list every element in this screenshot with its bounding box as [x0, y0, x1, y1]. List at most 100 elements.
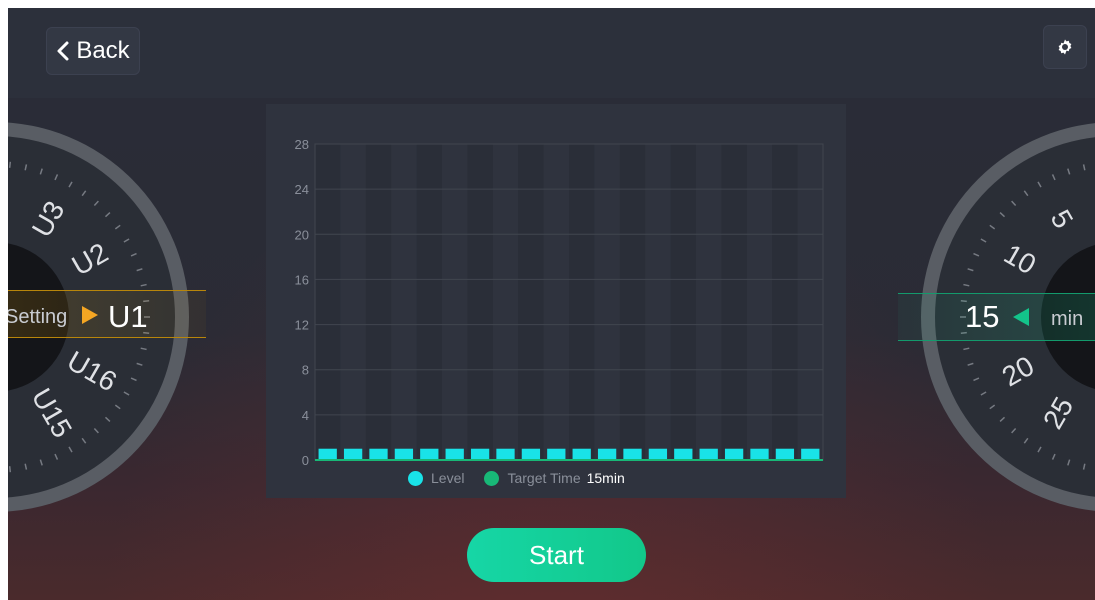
start-button[interactable]: Start [467, 528, 646, 582]
legend-target-label: Target Time [507, 470, 581, 486]
dial-tick [1037, 181, 1042, 188]
program-option: U2 [67, 237, 114, 282]
dial-tick [980, 238, 987, 243]
time-option: 5 [1045, 204, 1080, 233]
dial-tick [140, 283, 147, 287]
dial-tick [39, 168, 43, 175]
y-tick-label: 20 [295, 227, 309, 242]
header-bar [8, 8, 1095, 98]
dial-tick [104, 212, 111, 218]
dial-tick [140, 347, 147, 351]
level-bar [521, 448, 541, 460]
dial-tick [54, 174, 59, 181]
level-bar [369, 448, 388, 460]
level-bar [648, 448, 668, 460]
legend-target-value: 15min [586, 470, 625, 486]
dial-tick [24, 463, 28, 470]
dial-tick [967, 268, 974, 272]
gear-icon [1058, 39, 1072, 55]
level-bar [318, 448, 337, 460]
back-button[interactable]: Back [46, 27, 140, 75]
dial-tick [81, 437, 87, 444]
y-tick-label: 4 [302, 408, 309, 423]
dial-tick [39, 459, 43, 466]
selection-pointer-icon [82, 306, 98, 324]
dial-tick [999, 416, 1006, 422]
level-bar [597, 448, 617, 460]
dial-tick [136, 268, 143, 272]
dial-tick [1067, 168, 1071, 175]
dial-tick [989, 224, 996, 230]
settings-button[interactable] [1043, 25, 1087, 69]
dial-tick [54, 453, 59, 460]
selected-program: U1 [108, 299, 148, 334]
level-bar [547, 448, 566, 460]
level-bar [750, 448, 769, 460]
y-tick-label: 8 [302, 363, 309, 378]
chart-column-stripe [721, 144, 747, 460]
dial-tick [1037, 446, 1042, 453]
program-option: U14 [8, 403, 12, 454]
chart-column-stripe [670, 144, 696, 460]
setting-label: Setting [8, 306, 68, 328]
dial-tick [1067, 459, 1071, 466]
chart-panel: 0 4 8 12 16 20 24 28 [266, 104, 846, 498]
dial-tick [93, 200, 99, 207]
legend-level: Level [408, 470, 464, 486]
chart-column-stripe [518, 144, 544, 460]
y-tick-label: 24 [295, 182, 309, 197]
time-option: 10 [999, 238, 1041, 280]
dial-tick [130, 377, 137, 382]
chevron-left-icon [57, 41, 69, 61]
level-bar [724, 448, 744, 460]
level-bar [394, 448, 414, 460]
chart-legend: Level Target Time 15min [408, 470, 645, 486]
dial-tick [963, 283, 970, 287]
dial-tick [123, 238, 130, 243]
time-unit-label: min [1051, 308, 1084, 330]
dial-tick [8, 466, 12, 473]
y-tick-label: 28 [295, 137, 309, 152]
time-option: 20 [997, 350, 1039, 392]
level-bar [572, 448, 591, 460]
level-bar [470, 448, 490, 460]
program-option: U16 [62, 345, 122, 398]
dial-tick [973, 377, 980, 382]
level-bar [496, 448, 515, 460]
level-chart: 0 4 8 12 16 20 24 28 [295, 137, 824, 468]
dial-tick [136, 362, 143, 366]
dial-tick [81, 190, 87, 197]
dial-tick [68, 181, 73, 188]
dial-tick [999, 212, 1006, 218]
dial-tick [1023, 437, 1029, 444]
dial-tick [68, 446, 73, 453]
dial-tick [1011, 427, 1017, 434]
dial-tick [123, 391, 130, 396]
level-dot-icon [408, 470, 423, 486]
back-button-label: Back [76, 37, 130, 64]
selected-time: 15 [965, 299, 1000, 334]
time-pointer-icon [1013, 308, 1029, 326]
level-bar [420, 448, 439, 460]
dial-tick [980, 391, 987, 396]
dial-tick [989, 404, 996, 410]
dial-tick [130, 252, 137, 257]
level-bar [775, 448, 795, 460]
chart-column-stripe [569, 144, 595, 460]
chart-column-stripe [315, 144, 341, 460]
dial-tick [24, 164, 28, 171]
dial-tick [114, 224, 121, 230]
chart-column-stripe [467, 144, 493, 460]
dial-tick [93, 427, 99, 434]
y-tick-label: 16 [295, 272, 309, 287]
level-bar [445, 448, 464, 460]
dial-tick [1011, 200, 1017, 207]
time-option: 25 [1037, 392, 1079, 434]
chart-column-stripe [772, 144, 798, 460]
level-bar [343, 448, 363, 460]
level-bar [801, 448, 820, 460]
dial-tick [1082, 164, 1086, 171]
dial-tick [114, 404, 121, 410]
dial-tick [973, 252, 980, 257]
app-screen: Back U4 U3 U2 U16 U15 U14 Setting U1 25 20 10 5 … [8, 8, 1095, 600]
